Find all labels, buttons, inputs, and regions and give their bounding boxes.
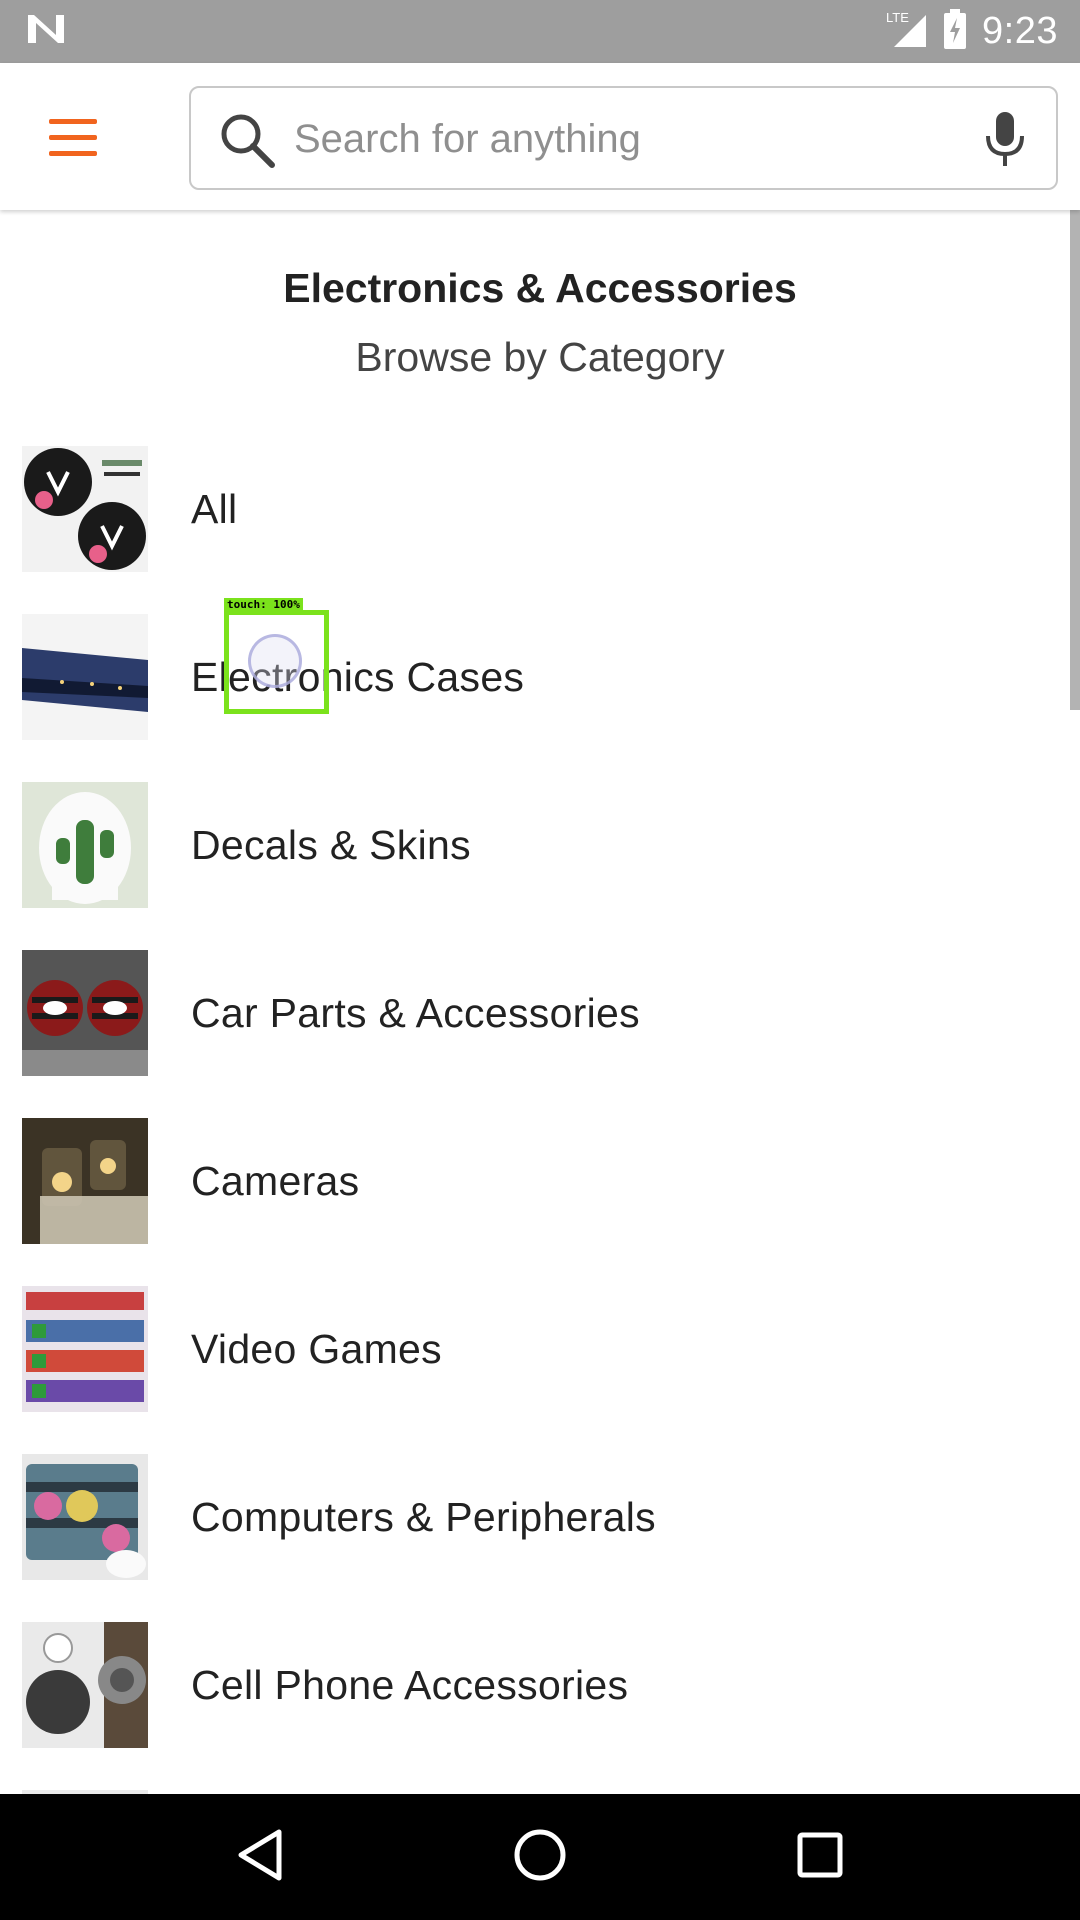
back-triangle-icon <box>235 1828 285 1887</box>
category-thumbnail <box>22 950 148 1076</box>
category-label: Decals & Skins <box>191 821 471 868</box>
home-button[interactable] <box>495 1812 585 1902</box>
search-bar[interactable] <box>189 86 1058 190</box>
status-bar: LTE 9:23 <box>0 0 1080 63</box>
category-item-video-games[interactable]: Video Games <box>0 1265 1080 1433</box>
app-bar <box>0 63 1080 210</box>
category-thumbnail <box>22 614 148 740</box>
lte-signal-icon: LTE <box>886 9 928 54</box>
category-label: Computers & Peripherals <box>191 1493 656 1540</box>
recents-button[interactable] <box>775 1812 865 1902</box>
category-thumbnail <box>22 446 148 572</box>
svg-text:LTE: LTE <box>886 10 909 25</box>
category-list: All Electronics Cases Decals & Skins Car… <box>0 425 1080 1794</box>
page-title: Electronics & Accessories <box>283 265 797 311</box>
category-item-car-parts-accessories[interactable]: Car Parts & Accessories <box>0 929 1080 1097</box>
content[interactable]: Electronics & Accessories Browse by Cate… <box>0 210 1080 1794</box>
recents-square-icon <box>796 1831 844 1884</box>
category-thumbnail <box>22 1286 148 1412</box>
notification-n-icon <box>26 13 66 50</box>
category-item-cameras[interactable]: Cameras <box>0 1097 1080 1265</box>
category-label: Cameras <box>191 1157 360 1204</box>
category-thumbnail <box>22 1454 148 1580</box>
category-label: Video Games <box>191 1325 442 1372</box>
microphone-icon[interactable] <box>980 110 1030 170</box>
category-item-computers-peripherals[interactable]: Computers & Peripherals <box>0 1433 1080 1601</box>
status-icons: LTE 9:23 <box>886 9 1058 54</box>
page-subtitle: Browse by Category <box>355 334 725 380</box>
category-item-cell-phone-accessories[interactable]: Cell Phone Accessories <box>0 1601 1080 1769</box>
category-thumbnail <box>22 1118 148 1244</box>
battery-charging-icon <box>942 9 968 54</box>
navigation-bar <box>0 1794 1080 1920</box>
category-thumbnail <box>22 782 148 908</box>
category-label: Car Parts & Accessories <box>191 989 640 1036</box>
back-button[interactable] <box>215 1812 305 1902</box>
menu-button[interactable] <box>30 97 116 183</box>
home-circle-icon <box>512 1827 568 1888</box>
search-icon <box>217 110 277 170</box>
category-thumbnail <box>22 1622 148 1748</box>
category-label: All <box>191 485 238 532</box>
screen: LTE 9:23 Search for anything Electronics… <box>0 0 1080 1920</box>
hamburger-menu-icon <box>47 117 99 164</box>
category-item-all[interactable]: All <box>0 425 1080 593</box>
status-time: 9:23 <box>982 10 1058 52</box>
category-label: Cell Phone Accessories <box>191 1661 629 1708</box>
search-input[interactable] <box>294 110 934 168</box>
category-item-decals-skins[interactable]: Decals & Skins <box>0 761 1080 929</box>
category-item-electronics-cases[interactable]: Electronics Cases <box>0 593 1080 761</box>
category-item-partial[interactable] <box>0 1769 1080 1794</box>
touch-point <box>248 634 302 688</box>
